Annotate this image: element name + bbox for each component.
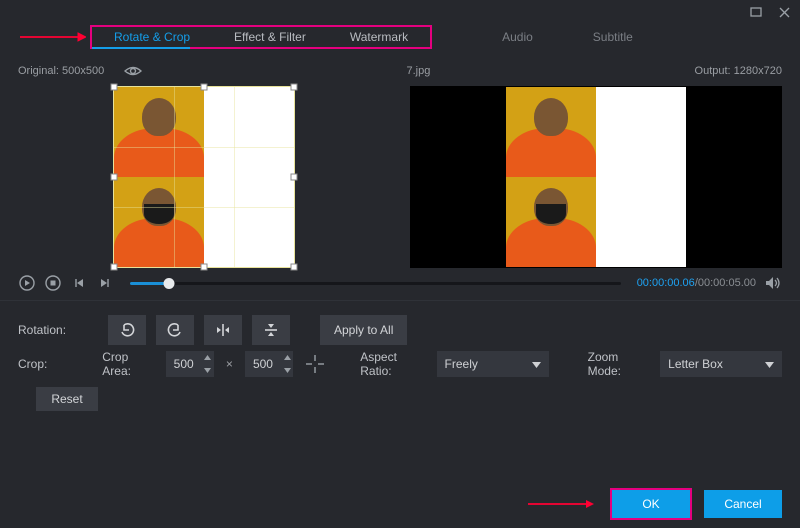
playback-bar: 00:00:00.06/00:00:05.00: [0, 268, 800, 298]
editor-window: Rotate & Crop Effect & Filter Watermark …: [0, 0, 800, 528]
tab-subtitle[interactable]: Subtitle: [593, 30, 633, 44]
tab-rotate-crop[interactable]: Rotate & Crop: [92, 27, 212, 47]
volume-icon[interactable]: [764, 274, 782, 292]
prev-frame-button[interactable]: [70, 274, 88, 292]
info-bar: Original: 500x500 7.jpg Output: 1280x720: [0, 60, 800, 82]
seek-thumb[interactable]: [164, 278, 175, 289]
next-frame-button[interactable]: [96, 274, 114, 292]
crop-width-input[interactable]: 500: [166, 351, 214, 377]
stop-button[interactable]: [44, 274, 62, 292]
crop-height-value: 500: [245, 357, 281, 371]
annotation-arrow-ok: [528, 499, 598, 509]
preview-area: [0, 82, 800, 268]
crop-area-label: Crop Area:: [102, 350, 155, 378]
tab-row: Rotate & Crop Effect & Filter Watermark …: [0, 22, 800, 52]
aspect-ratio-label: Aspect Ratio:: [360, 350, 426, 378]
preview-toggle-icon[interactable]: [124, 65, 142, 77]
time-display: 00:00:00.06/00:00:05.00: [637, 277, 756, 289]
aspect-ratio-select[interactable]: Freely: [437, 351, 550, 377]
zoom-mode-value: Letter Box: [668, 357, 723, 371]
apply-to-all-label: Apply to All: [334, 323, 393, 337]
apply-to-all-button[interactable]: Apply to All: [320, 315, 407, 345]
crop-row: Crop: Crop Area: 500 × 500 Aspect Ratio:: [18, 347, 782, 381]
spin-down-icon[interactable]: [202, 364, 214, 377]
titlebar: [0, 0, 800, 22]
rotate-cw-button[interactable]: [156, 315, 194, 345]
tab-effect-filter[interactable]: Effect & Filter: [212, 27, 328, 47]
flip-horizontal-button[interactable]: [204, 315, 242, 345]
source-image: [114, 87, 294, 267]
maximize-button[interactable]: [748, 5, 764, 19]
tab-label: Audio: [502, 30, 533, 44]
chevron-down-icon: [765, 357, 774, 371]
original-size-label: Original: 500x500: [18, 65, 104, 77]
active-tab-underline: [92, 47, 190, 49]
chevron-down-icon: [532, 357, 541, 371]
primary-tabs-highlight: Rotate & Crop Effect & Filter Watermark: [90, 25, 432, 49]
crop-width-value: 500: [166, 357, 202, 371]
tab-audio[interactable]: Audio: [502, 30, 533, 44]
filename-label: 7.jpg: [406, 65, 430, 77]
tab-label: Watermark: [350, 30, 408, 44]
seek-bar[interactable]: [130, 274, 621, 292]
crop-label: Crop:: [18, 357, 92, 371]
output-size-label: Output: 1280x720: [695, 65, 782, 77]
dimension-multiply: ×: [224, 357, 235, 371]
rotation-row: Rotation: Apply to All: [18, 313, 782, 347]
divider: [0, 300, 800, 301]
spin-down-icon[interactable]: [281, 364, 293, 377]
tab-label: Rotate & Crop: [114, 30, 190, 44]
crop-height-spinner[interactable]: [281, 351, 293, 377]
source-preview[interactable]: [18, 86, 390, 268]
tab-label: Subtitle: [593, 30, 633, 44]
time-duration: 00:00:05.00: [698, 277, 756, 289]
tab-label: Effect & Filter: [234, 30, 306, 44]
flip-vertical-button[interactable]: [252, 315, 290, 345]
play-button[interactable]: [18, 274, 36, 292]
cancel-button[interactable]: Cancel: [704, 490, 782, 518]
crop-height-input[interactable]: 500: [245, 351, 293, 377]
close-button[interactable]: [776, 5, 792, 19]
time-current: 00:00:00.06: [637, 277, 695, 289]
reset-button[interactable]: Reset: [36, 387, 98, 411]
ok-button[interactable]: OK: [612, 490, 690, 518]
annotation-arrow-tabs: [20, 29, 90, 45]
output-preview: [410, 86, 782, 268]
zoom-mode-label: Zoom Mode:: [588, 350, 651, 378]
rotation-label: Rotation:: [18, 323, 98, 337]
center-crop-icon[interactable]: [303, 351, 327, 377]
footer-buttons: OK Cancel: [528, 490, 782, 518]
output-image: [506, 87, 686, 267]
rotate-ccw-button[interactable]: [108, 315, 146, 345]
zoom-mode-select[interactable]: Letter Box: [660, 351, 782, 377]
spin-up-icon[interactable]: [281, 351, 293, 364]
aspect-ratio-value: Freely: [445, 357, 478, 371]
crop-width-spinner[interactable]: [202, 351, 214, 377]
ok-label: OK: [642, 497, 659, 511]
tab-watermark[interactable]: Watermark: [328, 27, 430, 47]
reset-label: Reset: [51, 392, 82, 406]
spin-up-icon[interactable]: [202, 351, 214, 364]
controls-panel: Rotation: Apply to All Crop: Crop Area: …: [0, 303, 800, 411]
cancel-label: Cancel: [724, 497, 761, 511]
secondary-tabs: Audio Subtitle: [502, 30, 633, 44]
